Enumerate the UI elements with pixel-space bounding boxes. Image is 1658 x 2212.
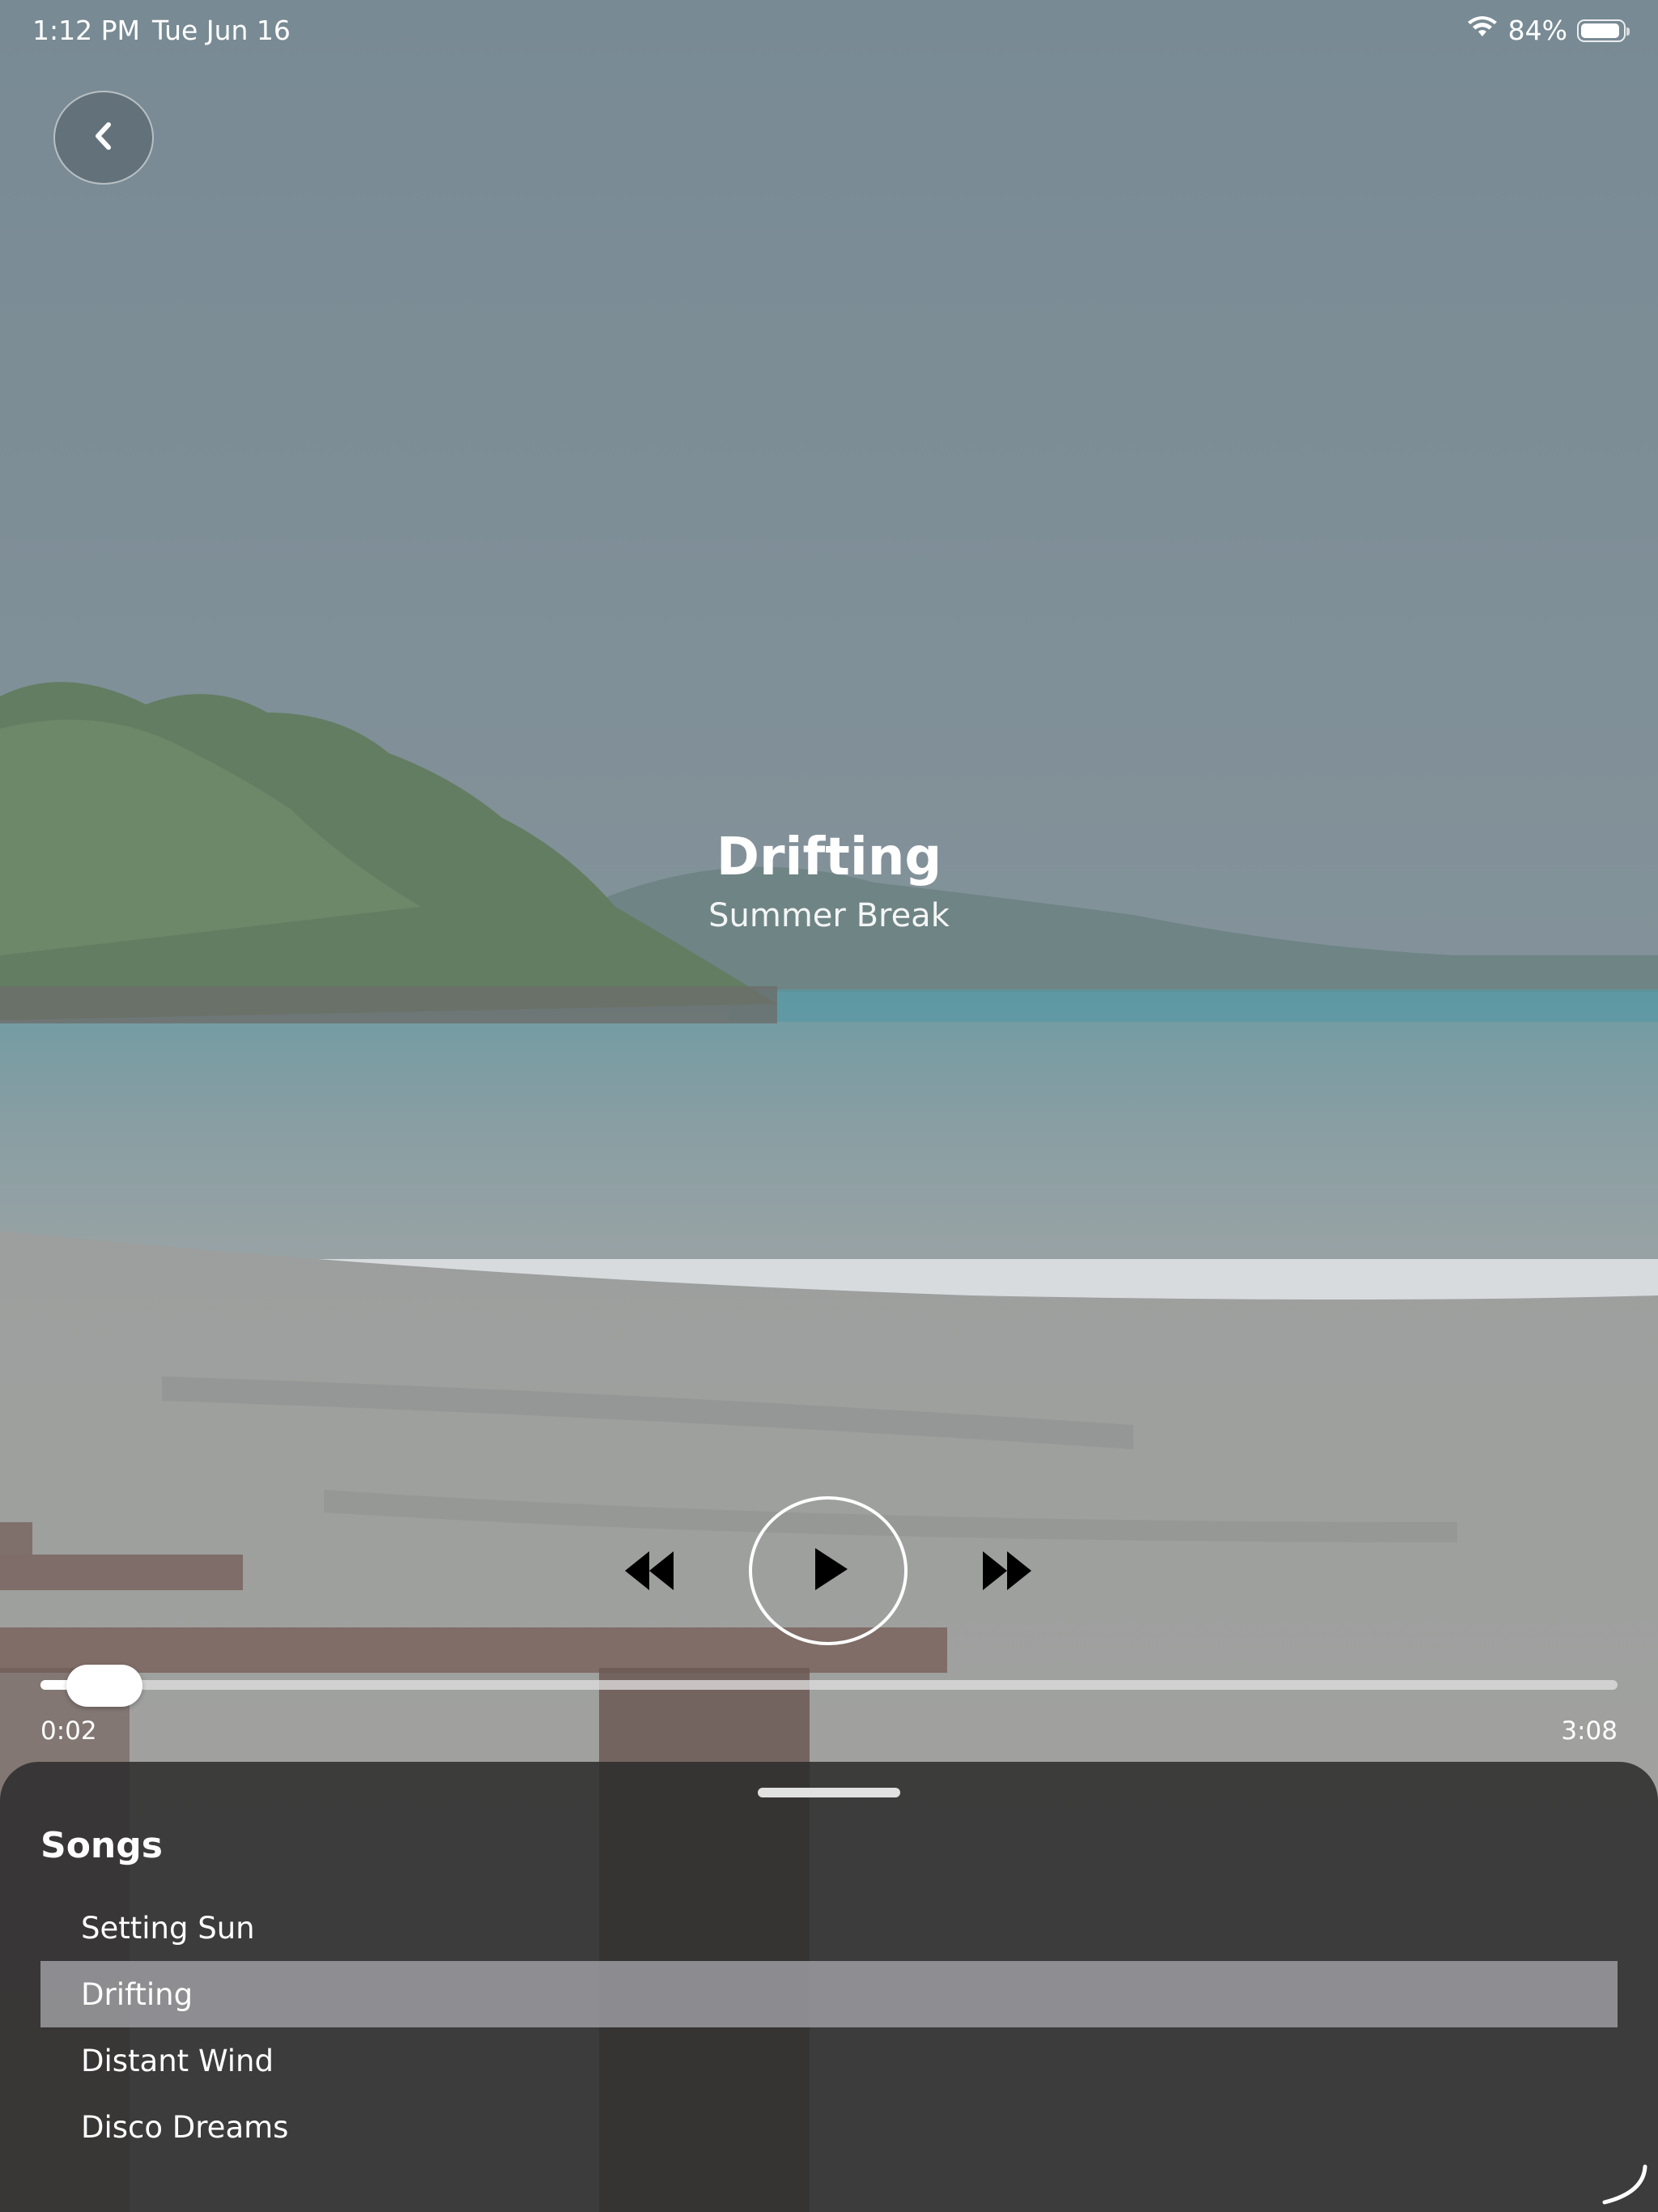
back-button[interactable] [53,91,154,185]
song-list: Setting Sun Drifting Distant Wind Disco … [40,1895,1618,2160]
track-album: Summer Break [708,897,950,934]
progress-track [40,1680,1618,1690]
fast-forward-button[interactable] [978,1546,1036,1595]
track-title: Drifting [716,827,942,887]
progress-slider[interactable] [40,1665,1618,1707]
sheet-drag-handle[interactable] [758,1788,900,1797]
wifi-icon [1466,15,1499,46]
song-title: Setting Sun [81,1910,255,1946]
playback-controls [0,1496,1658,1645]
songs-heading: Songs [40,1825,163,1866]
song-item[interactable]: Setting Sun [40,1895,1618,1961]
resize-corner-icon[interactable] [1598,2162,1650,2207]
song-item[interactable]: Drifting [40,1961,1618,2027]
chevron-left-icon [89,120,118,155]
battery-icon [1577,19,1630,42]
battery-level [1581,23,1620,38]
battery-percentage: 84% [1507,15,1567,46]
song-item[interactable]: Disco Dreams [40,2094,1618,2160]
song-title: Disco Dreams [81,2109,289,2145]
status-indicators: 84% [1466,15,1630,46]
status-time: 1:12 PM [32,15,140,46]
song-title: Distant Wind [81,2043,274,2078]
music-player-screen: 1:12 PM Tue Jun 16 84% Drifting Summer B… [0,0,1658,2212]
rewind-button[interactable] [620,1546,678,1595]
total-time: 3:08 [1561,1716,1618,1746]
songs-sheet: Songs Setting Sun Drifting Distant Wind … [0,1762,1658,2212]
play-icon [804,1543,852,1598]
play-button[interactable] [749,1496,908,1645]
progress-thumb[interactable] [66,1665,143,1707]
song-title: Drifting [81,1976,193,2012]
rewind-icon [620,1551,678,1598]
fast-forward-icon [978,1551,1036,1598]
elapsed-time: 0:02 [40,1716,97,1746]
status-bar: 1:12 PM Tue Jun 16 84% [32,11,1630,50]
status-date: Tue Jun 16 [152,15,291,46]
song-item[interactable]: Distant Wind [40,2027,1618,2094]
